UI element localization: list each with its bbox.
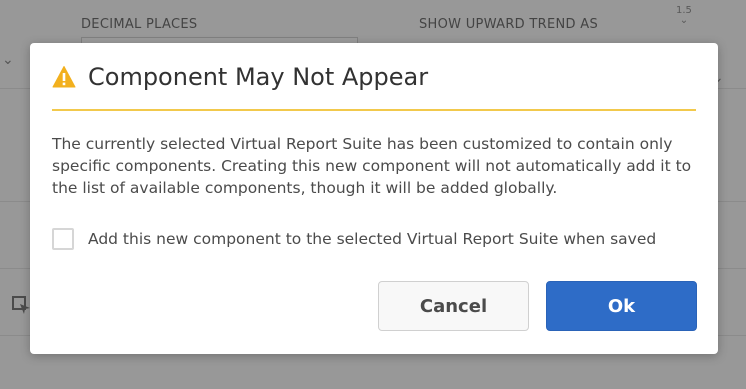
- component-warning-dialog: Component May Not Appear The currently s…: [30, 43, 718, 354]
- checkbox-label[interactable]: Add this new component to the selected V…: [88, 230, 656, 248]
- add-to-report-suite-option[interactable]: Add this new component to the selected V…: [52, 228, 656, 250]
- dialog-title: Component May Not Appear: [88, 63, 429, 91]
- dialog-header: Component May Not Appear: [52, 63, 696, 111]
- cancel-button[interactable]: Cancel: [378, 281, 529, 331]
- ok-button[interactable]: Ok: [546, 281, 697, 331]
- warning-icon: [52, 66, 76, 88]
- dialog-message: The currently selected Virtual Report Su…: [52, 135, 692, 197]
- add-to-report-suite-checkbox[interactable]: [52, 228, 74, 250]
